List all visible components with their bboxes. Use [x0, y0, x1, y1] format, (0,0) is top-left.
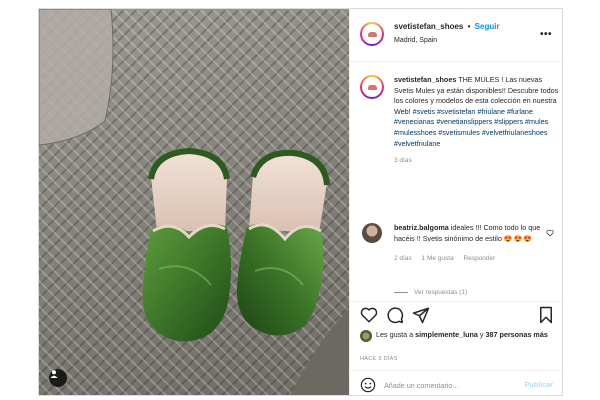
comment-bubble-icon[interactable] — [386, 306, 404, 324]
right-mule — [236, 149, 330, 336]
likes-text: Les gusta a simplemente_luna y 387 perso… — [376, 330, 560, 340]
post-actions: Les gusta a simplemente_luna y 387 perso… — [350, 301, 562, 395]
likes-connector: y — [479, 330, 484, 339]
action-icons-row — [360, 306, 555, 328]
post-header: svetistefan_shoes • Seguir Madrid, Spain… — [350, 9, 562, 62]
left-mule — [142, 147, 231, 342]
liker-username[interactable]: simplemente_luna — [415, 330, 478, 339]
likes-summary: Les gusta a simplemente_luna y 387 perso… — [360, 330, 560, 342]
add-comment-bar: Publicar — [350, 370, 562, 395]
post-card: svetistefan_shoes • Seguir Madrid, Spain… — [38, 8, 563, 396]
share-direct-icon[interactable] — [412, 306, 430, 324]
likes-prefix: Les gusta a — [376, 330, 414, 339]
mules-photo-illustration — [39, 9, 349, 395]
caption-time: 3 días — [394, 157, 412, 165]
header-username[interactable]: svetistefan_shoes — [394, 22, 463, 31]
person-icon — [50, 370, 58, 378]
comment-meta: 2 días 1 Me gusta Responder — [394, 255, 560, 262]
comments-area[interactable]: svetistefan_shoes THE MULES ! Las nuevas… — [350, 63, 562, 301]
emoji-smiley-icon[interactable] — [360, 377, 376, 393]
caption-text: svetistefan_shoes THE MULES ! Las nuevas… — [394, 75, 560, 149]
like-heart-icon[interactable] — [360, 306, 378, 324]
replies-line — [394, 291, 408, 293]
comment-time: 2 días — [394, 255, 412, 263]
liker-avatar[interactable] — [360, 330, 372, 342]
comment-likes[interactable]: 1 Me gusta — [422, 255, 454, 262]
comment-input[interactable] — [384, 377, 514, 393]
posted-time: HACE 3 DÍAS — [360, 356, 398, 362]
comment-username[interactable]: beatriz.balgoma — [394, 223, 449, 232]
profile-avatar[interactable] — [360, 22, 384, 46]
reply-button[interactable]: Responder — [464, 255, 496, 262]
post-caption: svetistefan_shoes THE MULES ! Las nuevas… — [360, 75, 560, 164]
likes-others[interactable]: 387 personas más — [485, 330, 547, 339]
view-replies-label[interactable]: Ver respuestas (1) — [414, 289, 467, 296]
follow-button[interactable]: Seguir — [475, 22, 500, 31]
comment-emojis: 😍😍😍 — [503, 235, 534, 243]
comment-text: beatriz.balgoma ideales !!! Como todo lo… — [394, 223, 544, 245]
comment-like-heart-icon[interactable] — [546, 229, 554, 237]
comment-avatar[interactable] — [362, 223, 382, 243]
header-separator: • — [467, 22, 471, 31]
caption-avatar[interactable] — [360, 75, 384, 99]
publish-button[interactable]: Publicar — [525, 380, 553, 389]
tagged-user-icon[interactable] — [49, 369, 67, 387]
save-bookmark-icon[interactable] — [538, 306, 554, 324]
location-link[interactable]: Madrid, Spain — [394, 37, 437, 44]
more-horizontal-icon[interactable]: ••• — [540, 29, 552, 40]
post-photo[interactable] — [39, 9, 349, 395]
header-username-row: svetistefan_shoes • Seguir — [394, 22, 500, 31]
comment-item: beatriz.balgoma ideales !!! Como todo lo… — [360, 223, 560, 262]
post-sidebar: svetistefan_shoes • Seguir Madrid, Spain… — [349, 9, 562, 395]
caption-username[interactable]: svetistefan_shoes — [394, 75, 456, 84]
view-replies[interactable]: Ver respuestas (1) — [394, 289, 467, 296]
caption-hashtags[interactable]: #svetis #svetistefan #friulane #furlane … — [394, 107, 548, 148]
